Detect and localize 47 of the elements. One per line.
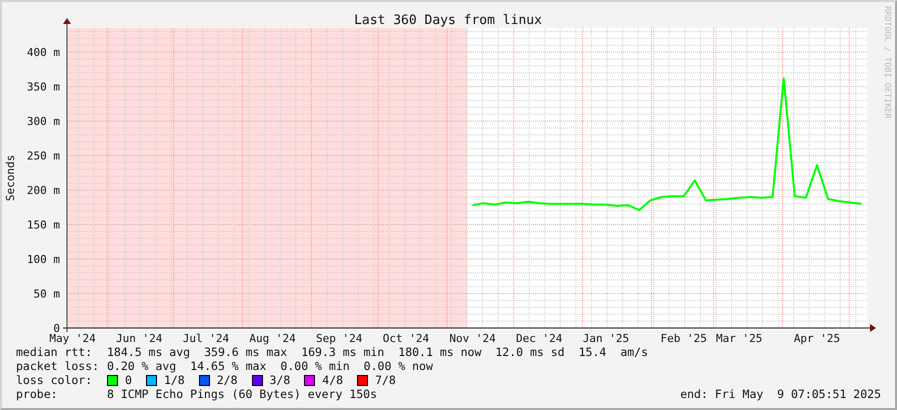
legend-value: 184.5 ms avg bbox=[107, 345, 190, 359]
legend-value: 12.0 ms sd bbox=[495, 345, 565, 359]
x-tick-label: Feb '25 bbox=[660, 332, 707, 345]
x-tick-label: Apr '25 bbox=[794, 332, 840, 345]
legend-value: 0 bbox=[125, 373, 132, 387]
x-tick-label: Aug '24 bbox=[249, 332, 296, 345]
y-tick-label: 300 m bbox=[26, 115, 60, 128]
legend-value: 4/8 bbox=[322, 373, 344, 387]
legend-value: 15.4 bbox=[578, 345, 606, 359]
y-tick-label: 0 bbox=[53, 322, 60, 335]
x-tick-label: Nov '24 bbox=[449, 332, 496, 345]
legend-value: 0.00 % now bbox=[364, 359, 433, 373]
legend-value: 3/8 bbox=[270, 373, 290, 387]
legend-value: 2/8 bbox=[216, 373, 238, 387]
x-tick-label: Sep '24 bbox=[316, 332, 362, 345]
y-tick-label: 150 m bbox=[26, 218, 60, 232]
y-tick-label: 400 m bbox=[26, 46, 60, 60]
legend-value: 1/8 bbox=[164, 373, 185, 387]
legend-value: 8 ICMP Echo Pings (60 Bytes) every 150s bbox=[107, 387, 378, 401]
x-tick-label: Jan '25 bbox=[582, 332, 630, 345]
y-tick-label: 350 m bbox=[26, 80, 60, 94]
y-tick-label: 200 m bbox=[26, 184, 60, 198]
credit-text: RRDTOOL / TOBI OETIKER bbox=[882, 6, 892, 119]
x-tick-label: May '24 bbox=[49, 332, 96, 345]
x-tick-label: Mar '25 bbox=[716, 332, 762, 345]
legend-value: 359.6 ms max bbox=[204, 345, 288, 359]
legend-value: 14.65 % max bbox=[190, 359, 266, 373]
legend-value: 0.00 % min bbox=[280, 359, 350, 373]
legend-value: 169.3 ms min bbox=[301, 345, 384, 359]
legend-label: probe: bbox=[16, 387, 59, 401]
y-tick-label: 250 m bbox=[26, 150, 60, 163]
legend-value: 180.1 ms now bbox=[398, 345, 482, 359]
chart-title: Last 360 Days from linux bbox=[354, 13, 542, 28]
legend-value: am/s bbox=[620, 345, 648, 359]
x-tick-label: Jun '24 bbox=[116, 332, 162, 345]
legend-value: 0.20 % avg bbox=[107, 359, 176, 373]
legend-label: median rtt: bbox=[16, 345, 94, 359]
y-axis-label: Seconds bbox=[4, 154, 17, 202]
legend-value: 7/8 bbox=[375, 373, 396, 387]
x-tick-label: Dec '24 bbox=[516, 332, 562, 345]
x-tick-label: Oct '24 bbox=[382, 332, 430, 345]
y-tick-label: 100 m bbox=[26, 253, 60, 266]
end-time: end: Fri May 9 07:05:51 2025 bbox=[680, 387, 881, 401]
legend-label: loss color: bbox=[16, 373, 94, 387]
x-tick-label: Jul '24 bbox=[182, 332, 230, 345]
legend-label: packet loss: bbox=[16, 359, 100, 373]
y-tick-label: 50 m bbox=[34, 288, 60, 301]
